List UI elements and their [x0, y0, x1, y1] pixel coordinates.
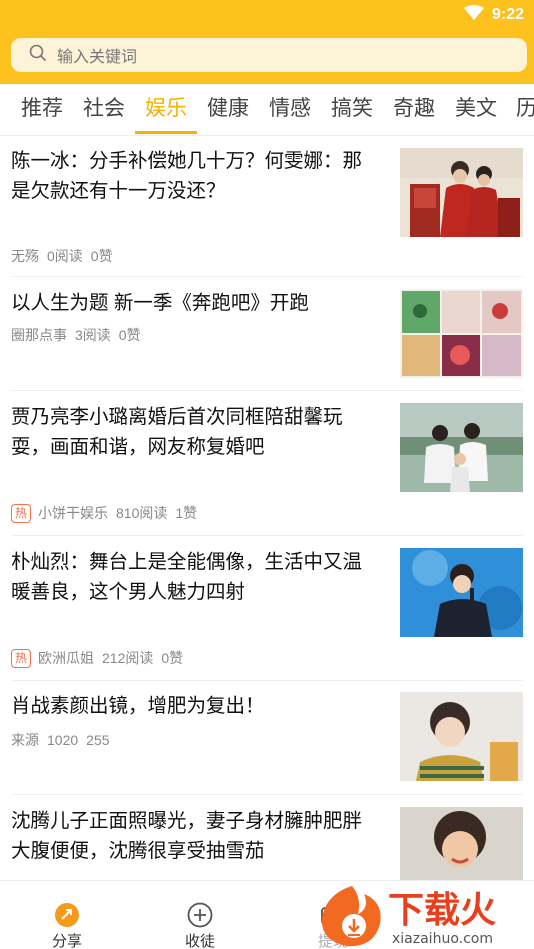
article-meta: 圈那点事 3阅读 0赞: [11, 325, 149, 345]
article-thumbnail: [400, 148, 523, 237]
article-title: 朴灿烈：舞台上是全能偶像，生活中又温暖善良，这个男人魅力四射: [11, 551, 363, 603]
article-title: 陈一冰：分手补偿她几十万？何雯娜：那是欠款还有十一万没还？: [11, 150, 363, 202]
article-item[interactable]: 肖战素颜出镜，增肥为复出！ 来源 1020 255: [11, 681, 523, 795]
article-reads: 212阅读: [102, 650, 154, 666]
article-meta: 来源 1020 255: [11, 730, 118, 750]
article-likes: 0赞: [90, 248, 113, 264]
article-reads: 0阅读: [47, 248, 83, 264]
search-placeholder: 输入关键词: [57, 49, 138, 66]
share-orb-icon: [54, 902, 80, 933]
article-source: 圈那点事: [11, 327, 67, 343]
article-item[interactable]: 以人生为题 新一季《奔跑吧》开跑 圈那点事 3阅读 0赞: [11, 277, 523, 391]
article-likes: 255: [86, 732, 110, 748]
article-title: 肖战素颜出镜，增肥为复出！: [11, 695, 265, 717]
article-item[interactable]: 朴灿烈：舞台上是全能偶像，生活中又温暖善良，这个男人魅力四射 热 欧洲瓜姐 21…: [11, 536, 523, 681]
article-meta: 热 欧洲瓜姐 212阅读 0赞: [11, 648, 191, 668]
article-title: 沈腾儿子正面照曝光，妻子身材臃肿肥胖大腹便便，沈腾很享受抽雪茄: [11, 810, 363, 862]
article-thumbnail: [400, 807, 523, 880]
article-likes: 0赞: [161, 650, 184, 666]
tab-essay[interactable]: 美文: [455, 84, 497, 135]
active-tab-indicator: [135, 131, 197, 134]
article-thumbnail: [400, 403, 523, 492]
article-title: 以人生为题 新一季《奔跑吧》开跑: [11, 292, 309, 314]
search-icon: [29, 44, 47, 67]
article-item[interactable]: 陈一冰：分手补偿她几十万？何雯娜：那是欠款还有十一万没还？ 无殇 0阅读 0赞: [11, 136, 523, 277]
article-source: 来源: [11, 732, 39, 748]
article-likes: 1赞: [175, 505, 198, 521]
nav-share-label: 分享: [51, 933, 82, 949]
tab-entertainment[interactable]: 娱乐: [145, 84, 187, 135]
article-thumbnail: [400, 692, 523, 781]
nav-apprentice[interactable]: 收徒: [155, 881, 245, 949]
article-item[interactable]: 沈腾儿子正面照曝光，妻子身材臃肿肥胖大腹便便，沈腾很享受抽雪茄: [11, 795, 523, 880]
article-source: 小饼干娱乐: [38, 505, 108, 521]
article-item[interactable]: 贾乃亮李小璐离婚后首次同框陪甜馨玩耍，画面和谐，网友称复婚吧 热 小饼干娱乐 8…: [11, 391, 523, 536]
article-reads: 1020: [47, 732, 79, 748]
tab-funny[interactable]: 搞笑: [331, 84, 373, 135]
watermark-url: xiazaihuo.com: [392, 931, 493, 947]
nav-share[interactable]: 分享: [22, 881, 112, 949]
status-time: 9:22: [491, 6, 524, 23]
wifi-icon: [463, 4, 484, 26]
hot-badge: 热: [11, 648, 31, 668]
article-reads: 810阅读: [116, 505, 168, 521]
article-source: 欧洲瓜姐: [38, 650, 94, 666]
tab-curious[interactable]: 奇趣: [393, 84, 435, 135]
article-reads: 3阅读: [75, 327, 111, 343]
article-meta: 无殇 0阅读 0赞: [11, 246, 121, 266]
tab-emotion[interactable]: 情感: [269, 84, 311, 135]
category-tabs: 推荐 社会 娱乐 健康 情感 搞笑 奇趣 美文 历: [0, 84, 534, 136]
watermark-text: 下载火: [388, 890, 496, 931]
tab-society[interactable]: 社会: [83, 84, 125, 135]
article-likes: 0赞: [118, 327, 141, 343]
hot-badge: 热: [11, 503, 31, 523]
tab-recommend[interactable]: 推荐: [21, 84, 63, 135]
nav-apprentice-label: 收徒: [184, 933, 215, 949]
top-bar: 9:22 输入关键词: [0, 0, 534, 84]
tab-health[interactable]: 健康: [207, 84, 249, 135]
tab-history[interactable]: 历: [516, 84, 534, 135]
watermark-logo: 下载火 xiazaihuo.com: [312, 880, 534, 949]
article-source: 无殇: [11, 248, 39, 264]
article-thumbnail: [400, 548, 523, 637]
article-meta: 热 小饼干娱乐 810阅读 1赞: [11, 503, 205, 523]
article-thumbnail: [400, 289, 523, 378]
search-bar[interactable]: 输入关键词: [11, 38, 527, 72]
plus-circle-icon: [187, 902, 213, 933]
article-title: 贾乃亮李小璐离婚后首次同框陪甜馨玩耍，画面和谐，网友称复婚吧: [11, 406, 343, 458]
status-bar: 9:22: [463, 4, 524, 26]
